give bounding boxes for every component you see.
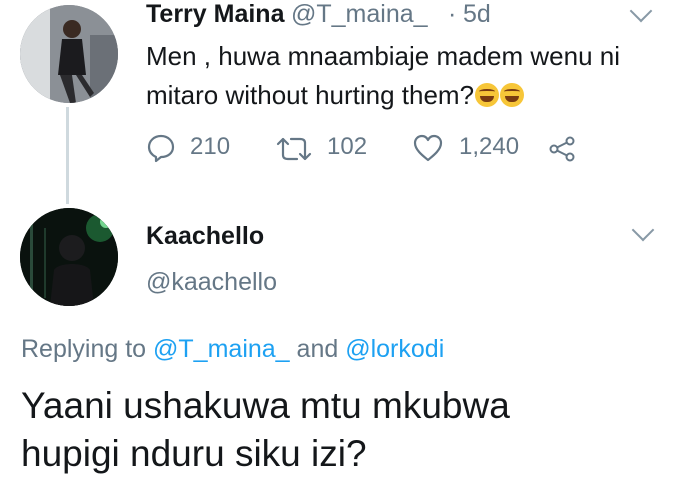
tweet-author-handle[interactable]: @T_maina_ — [291, 0, 428, 29]
tweet-author-name[interactable]: Terry Maina — [146, 0, 284, 29]
like-icon[interactable] — [412, 134, 444, 162]
like-count: 1,240 — [459, 133, 520, 160]
reply-author-handle[interactable]: @kaachello — [146, 268, 277, 297]
tweet-timestamp[interactable]: 5d — [463, 0, 491, 29]
tweet-separator: · — [448, 0, 457, 28]
chevron-down-icon[interactable] — [631, 218, 655, 242]
mention-link-lorkodi[interactable]: @lorkodi — [345, 335, 444, 363]
replying-to-and: and — [296, 335, 339, 363]
reply-text-line-2: hupigi nduru siku izi? — [21, 433, 367, 474]
face-with-tears-of-joy-icon — [500, 83, 525, 107]
mention-link-t-maina[interactable]: @T_maina_ — [153, 335, 290, 363]
retweet-count: 102 — [327, 133, 368, 160]
replying-to-line: Replying to @T_maina_ and @lorkodi — [21, 335, 444, 364]
tweet-text: Men , huwa mnaambiaje madem wenu ni mita… — [146, 37, 646, 115]
reply-text-line-1: Yaani ushakuwa mtu mkubwa — [21, 385, 510, 426]
tweet-text-content: Men , huwa mnaambiaje madem wenu ni mita… — [146, 41, 621, 110]
reply-icon[interactable] — [146, 133, 176, 163]
reply-text: Yaani ushakuwa mtu mkubwa hupigi nduru s… — [21, 382, 661, 478]
reply-count: 210 — [190, 133, 231, 160]
reply-author-name[interactable]: Kaachello — [146, 222, 264, 251]
face-with-tears-of-joy-icon — [475, 83, 500, 107]
replying-to-prefix: Replying to — [21, 335, 147, 363]
retweet-icon[interactable] — [275, 135, 313, 163]
avatar-kaachello[interactable] — [20, 208, 118, 306]
avatar-terry-maina[interactable] — [20, 5, 118, 103]
thread-connector — [66, 107, 69, 204]
share-icon[interactable] — [548, 135, 578, 163]
chevron-down-icon[interactable] — [629, 0, 653, 23]
